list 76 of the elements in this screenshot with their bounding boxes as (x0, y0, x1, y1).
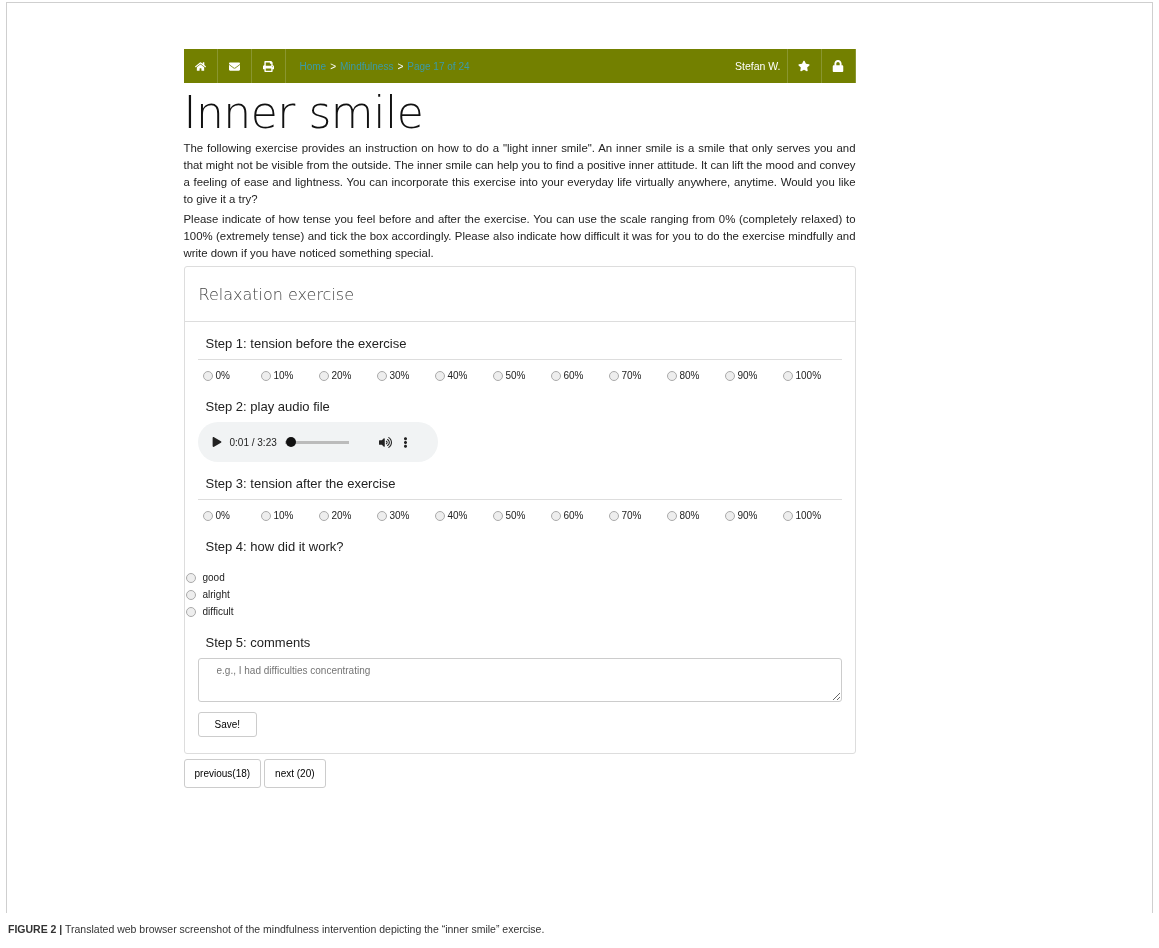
option-label: 70% (621, 510, 642, 521)
pager-button[interactable]: next (20) (264, 759, 326, 788)
radio-button[interactable] (724, 370, 735, 381)
pager-button[interactable]: previous(18) (183, 759, 262, 788)
option-label: 100% (795, 370, 822, 381)
radio-button[interactable] (608, 370, 619, 381)
option-label: 30% (389, 510, 410, 521)
radio-button[interactable] (492, 370, 503, 381)
time-display: 0:01 / 3:23 (229, 436, 277, 448)
option-label: 40% (447, 370, 468, 381)
volume-icon[interactable] (378, 435, 392, 449)
radio-button[interactable] (782, 370, 793, 381)
user-name: Stefan W. (734, 60, 782, 72)
option-label: 30% (389, 370, 410, 381)
option-label: good (202, 572, 225, 583)
radio-button[interactable] (185, 572, 196, 583)
breadcrumb-separator: > (330, 60, 337, 72)
radio-button[interactable] (608, 510, 619, 521)
step-heading: Step 4: how did it work? (204, 538, 345, 556)
option-label: 10% (273, 370, 294, 381)
option-label: 20% (331, 370, 352, 381)
step-heading: Step 1: tension before the exercise (204, 335, 408, 353)
radio-button[interactable] (492, 510, 503, 521)
radio-button[interactable] (434, 510, 445, 521)
radio-button[interactable] (185, 589, 196, 600)
radio-button[interactable] (550, 510, 561, 521)
radio-button[interactable] (260, 510, 271, 521)
option-label: 0% (215, 510, 230, 521)
radio-button[interactable] (376, 510, 387, 521)
option-label: 80% (679, 510, 700, 521)
radio-button[interactable] (376, 370, 387, 381)
lock-icon[interactable] (832, 60, 844, 72)
option-label: 50% (505, 510, 526, 521)
radio-button[interactable] (260, 370, 271, 381)
option-label: 90% (737, 510, 758, 521)
option-label: 40% (447, 510, 468, 521)
option-label: 80% (679, 370, 700, 381)
card-title: Relaxation exercise (184, 267, 855, 322)
page-title: Inner smile (183, 87, 425, 138)
radio-button[interactable] (666, 370, 677, 381)
radio-button[interactable] (666, 510, 677, 521)
step-heading: Step 2: play audio file (204, 398, 331, 416)
intro-paragraph: The following exercise provides an instruction on how to do a "light inner smile". An inner smile is a smile that only serves you and that might not be visible from the outside. The inner smile can help you to find a positive inner attitude. It can lift the mood and convey a feeling of ease and lightness. You can incorporate this exercise into your everyday life virtually anywhere, anytime. Would you like to give it a try? (183, 141, 856, 207)
option-label: 20% (331, 510, 352, 521)
radio-button[interactable] (202, 370, 213, 381)
option-label: 100% (795, 510, 822, 521)
figure-caption: FIGURE 2 | Translated web browser screenshot of the mindfulness intervention depicting the “inner smile” exercise. (7, 922, 546, 935)
option-label: 90% (737, 370, 758, 381)
home-icon[interactable] (194, 60, 206, 72)
radio-button[interactable] (318, 370, 329, 381)
save-button[interactable]: Save! (197, 712, 258, 737)
radio-button[interactable] (318, 510, 329, 521)
option-label: 10% (273, 510, 294, 521)
option-label: 60% (563, 510, 584, 521)
radio-button[interactable] (202, 510, 213, 521)
radio-button[interactable] (434, 370, 445, 381)
option-label: difficult (202, 606, 234, 617)
radio-button[interactable] (185, 606, 196, 617)
radio-button[interactable] (724, 510, 735, 521)
comment-field[interactable]: e.g., I had difficulties concentrating (197, 658, 842, 702)
radio-button[interactable] (782, 510, 793, 521)
option-label: 0% (215, 370, 230, 381)
option-label: 70% (621, 370, 642, 381)
intro-paragraph: Please indicate of how tense you feel before and after the exercise. You can use the scale ranging from 0% (completely relaxed) to 100% (extremely tense) and tick the box accordingly. Please also indicate how difficult it was for you to do the exercise mindfully and write down if you have noticed something special. (183, 212, 856, 261)
star-icon[interactable] (798, 60, 810, 72)
play-icon[interactable] (211, 437, 222, 447)
option-label: 50% (505, 370, 526, 381)
option-label: 60% (563, 370, 584, 381)
step-heading: Step 5: comments (204, 634, 312, 652)
option-label: alright (202, 589, 230, 600)
radio-button[interactable] (550, 370, 561, 381)
step-heading: Step 3: tension after the exercise (204, 475, 397, 493)
envelope-icon[interactable] (228, 60, 240, 72)
printer-icon[interactable] (262, 60, 274, 72)
breadcrumb-separator: > (397, 60, 404, 72)
seek-thumb[interactable] (285, 437, 296, 447)
